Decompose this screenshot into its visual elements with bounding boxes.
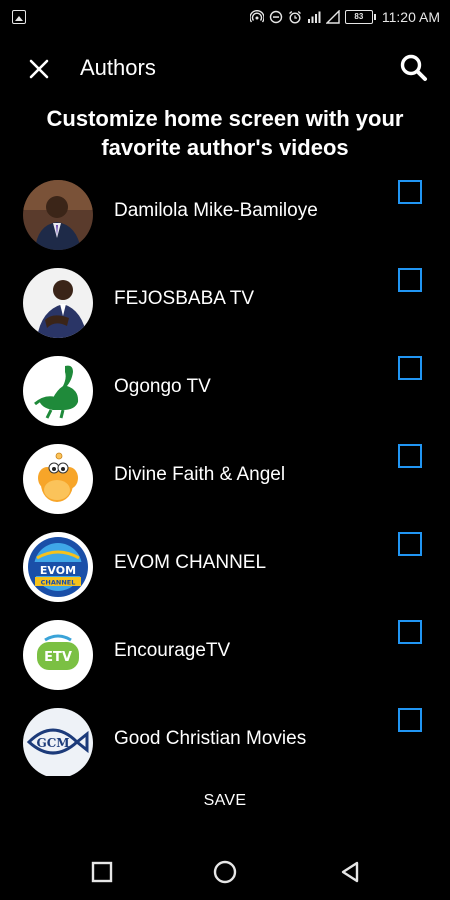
author-row[interactable]: EVOM CHANNEL EVOM CHANNEL [0,528,450,616]
author-checkbox[interactable] [398,356,422,380]
author-row[interactable]: Divine Faith & Angel [0,440,450,528]
circle-icon [213,860,237,884]
close-button[interactable] [22,52,56,86]
author-list: Damilola Mike-Bamiloye FEJOSBABA TV Ogon… [0,176,450,776]
author-checkbox[interactable] [398,620,422,644]
cartoon-logo [23,444,93,514]
author-checkbox[interactable] [398,708,422,732]
author-checkbox[interactable] [398,444,422,468]
search-button[interactable] [398,52,430,84]
etv-logo: ETV [23,620,93,690]
etv-logo-text: ETV [44,650,72,665]
status-bar: 83 11:20 AM [0,0,450,34]
author-name: FEJOSBABA TV [114,288,255,309]
gcm-logo-text: GCM [36,736,69,750]
author-row[interactable]: GCM Good Christian Movies [0,704,450,776]
status-time: 11:20 AM [381,9,440,25]
battery-indicator: 83 [344,10,376,24]
close-icon [29,59,49,79]
instruction-heading: Customize home screen with your favorite… [46,106,404,160]
gallery-icon [12,10,26,24]
author-checkbox[interactable] [398,532,422,556]
page-title: Authors [80,55,156,80]
author-row[interactable]: ETV EncourageTV [0,616,450,704]
status-right: 83 11:20 AM [249,9,440,25]
author-row[interactable]: Damilola Mike-Bamiloye [0,176,450,264]
evom-logo-text: EVOM [40,564,76,577]
author-name: EncourageTV [114,640,231,661]
cell-signal-icon [325,10,340,24]
navigation-bar [0,844,450,900]
back-triangle-icon [341,861,359,883]
evom-logo-subtext: CHANNEL [41,579,76,587]
status-left [12,10,26,24]
person-avatar [23,268,93,338]
author-row[interactable]: Ogongo TV [0,352,450,440]
alarm-icon [288,10,302,24]
recent-apps-button[interactable] [88,858,116,886]
search-icon [400,54,427,81]
app-bar: Authors [0,40,450,96]
author-name: Divine Faith & Angel [114,464,286,485]
hotspot-icon [249,10,264,24]
square-icon [91,861,113,883]
ogongo-logo [23,356,93,426]
back-button[interactable] [336,858,364,886]
author-name: Ogongo TV [114,376,211,397]
author-name: EVOM CHANNEL [114,552,267,573]
person-avatar [23,180,93,250]
home-button[interactable] [211,858,239,886]
author-row[interactable]: FEJOSBABA TV [0,264,450,352]
do-not-disturb-icon [269,10,283,24]
author-name: Good Christian Movies [114,728,307,749]
gcm-logo: GCM [23,708,93,776]
signal-icon [307,10,321,24]
author-checkbox[interactable] [398,268,422,292]
author-checkbox[interactable] [398,180,422,204]
evom-logo: EVOM CHANNEL [23,532,93,602]
save-button[interactable]: SAVE [175,786,275,816]
author-name: Damilola Mike-Bamiloye [114,200,318,221]
